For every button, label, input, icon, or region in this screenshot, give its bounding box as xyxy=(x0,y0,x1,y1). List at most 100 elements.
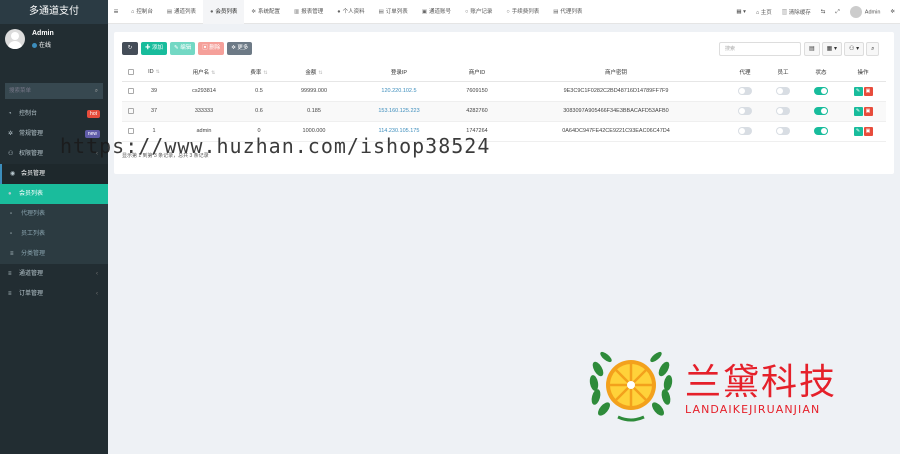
list-icon: ≡ xyxy=(8,271,12,277)
col-amount[interactable]: 金额 ⇅ xyxy=(278,63,350,82)
sidebar-item-staff-list[interactable]: ▫ 员工列表 xyxy=(0,224,108,244)
status-toggle[interactable] xyxy=(802,121,840,142)
staff-toggle[interactable] xyxy=(764,81,802,102)
tab-reports[interactable]: ▥ 报表管理 xyxy=(287,0,330,24)
top-right-tools: ▦ ▾ ⌂ 主页 ▥ 清除缓存 ⇆ ⤢ Admin ✲ xyxy=(731,0,900,24)
sort-icon: ⇅ xyxy=(211,69,216,76)
cell-merchant-key: 0A64DC947FE42CE9221C93EAC06C47D4 xyxy=(506,121,726,142)
refresh-icon: ↻ xyxy=(127,45,133,51)
tab-order-list[interactable]: ▤ 订单列表 xyxy=(372,0,415,24)
columns-toggle-icon[interactable]: ▦ ▾ xyxy=(821,42,843,56)
tab-profile[interactable]: ● 个人资料 xyxy=(330,0,371,24)
language-icon[interactable]: ⇆ xyxy=(816,9,831,15)
search-icon[interactable]: ⌕ xyxy=(95,83,98,99)
tab-channel-account[interactable]: ▣ 通道账号 xyxy=(415,0,458,24)
chart-icon: ▥ xyxy=(294,9,300,15)
tab-fee-list[interactable]: ○ 手续费列表 xyxy=(499,0,546,24)
edit-row-button[interactable]: ✎ xyxy=(853,126,863,136)
cell-login-ip[interactable]: 120.220.102.5 xyxy=(350,81,448,102)
cell-login-ip[interactable]: 153.160.125.223 xyxy=(350,101,448,122)
edit-button[interactable]: ✎ 编辑 xyxy=(170,42,196,55)
tab-dashboard[interactable]: ⌂ 控制台 xyxy=(124,0,160,24)
menu-toggle-icon[interactable]: ≡ xyxy=(108,0,124,24)
tab-channel-list[interactable]: ▤ 通道列表 xyxy=(160,0,203,24)
sidebar-item-category[interactable]: ≡ 分类管理 xyxy=(0,244,108,264)
agent-toggle[interactable] xyxy=(726,101,764,122)
delete-row-button[interactable]: ▣ xyxy=(863,86,873,96)
add-button[interactable]: ✚ 添加 xyxy=(141,42,168,55)
agent-toggle[interactable] xyxy=(726,81,764,102)
sidebar-item-orders[interactable]: ≡ 订单管理 ‹ xyxy=(0,284,108,304)
cell-amount: 0.185 xyxy=(278,101,350,122)
delete-row-button[interactable]: ▣ xyxy=(863,106,873,116)
col-staff[interactable]: 员工 xyxy=(764,63,802,82)
table-row[interactable]: 39 cs293814 0.5 99999.000 120.220.102.5 … xyxy=(122,81,886,102)
row-checkbox[interactable] xyxy=(122,101,140,122)
ip-link[interactable]: 153.160.125.223 xyxy=(378,108,419,114)
delete-row-button[interactable]: ▣ xyxy=(863,126,873,136)
table-row[interactable]: 37 333333 0.6 0.185 153.160.125.223 4282… xyxy=(122,101,886,122)
tabs-dropdown-icon[interactable]: ▦ ▾ xyxy=(731,9,751,15)
search-input[interactable]: 搜索 xyxy=(719,42,801,56)
cell-merchant-id: 4282760 xyxy=(448,101,506,122)
col-merchant-key[interactable]: 商户密钥 xyxy=(506,63,726,82)
chevron-left-icon: ‹ xyxy=(96,271,98,277)
sidebar-search-input[interactable]: 搜索菜单 ⌕ xyxy=(5,83,103,99)
staff-toggle[interactable] xyxy=(764,101,802,122)
sort-icon: ⇅ xyxy=(155,68,160,75)
file-icon: ▫ xyxy=(10,211,13,217)
top-navbar: ≡ ⌂ 控制台 ▤ 通道列表 ● 会员列表 ✲ 系统配置 ▥ 报表管理 ● 个人资料 ▤ 订单… xyxy=(108,0,900,24)
brand-name: 兰黛科技 xyxy=(685,362,838,403)
home-link[interactable]: ⌂ 主页 xyxy=(751,8,777,16)
tab-account-records[interactable]: ○ 账户记录 xyxy=(458,0,499,24)
tab-agent-list[interactable]: ▤ 代理列表 xyxy=(546,0,589,24)
col-status[interactable]: 状态 xyxy=(802,63,840,82)
brand-subtitle: LANDAIKEJIRUANJIAN xyxy=(685,403,821,416)
cell-id: 39 xyxy=(140,81,168,102)
search-icon[interactable]: ⌕ xyxy=(866,42,880,56)
row-checkbox[interactable] xyxy=(122,81,140,102)
col-actions: 操作 xyxy=(840,63,886,82)
admin-menu[interactable]: Admin xyxy=(845,6,886,18)
col-username[interactable]: 用户名 ⇅ xyxy=(168,63,240,82)
staff-toggle[interactable] xyxy=(764,121,802,142)
status-toggle[interactable] xyxy=(802,81,840,102)
circle-icon: ○ xyxy=(506,9,510,15)
sidebar-item-members[interactable]: ◉ 会员管理 xyxy=(0,164,108,184)
sort-icon: ⇅ xyxy=(318,69,323,76)
fullscreen-icon[interactable]: ⤢ xyxy=(830,9,844,16)
col-rate[interactable]: 费率 ⇅ xyxy=(240,63,278,82)
edit-row-button[interactable]: ✎ xyxy=(853,86,863,96)
gears-icon[interactable]: ✲ xyxy=(885,9,900,15)
col-login-ip[interactable]: 登录IP xyxy=(350,63,448,82)
agent-toggle[interactable] xyxy=(726,121,764,142)
tab-member-list[interactable]: ● 会员列表 xyxy=(203,0,245,24)
cell-actions: ✎ ▣ xyxy=(840,101,886,122)
status-toggle[interactable] xyxy=(802,101,840,122)
clear-cache-button[interactable]: ▥ 清除缓存 xyxy=(777,8,816,16)
user-icon: ● xyxy=(8,191,12,197)
app-title[interactable]: 多通道支付 xyxy=(0,0,108,24)
card-view-icon[interactable]: ▤ xyxy=(804,42,820,56)
edit-row-button[interactable]: ✎ xyxy=(853,106,863,116)
ip-link[interactable]: 120.220.102.5 xyxy=(381,88,416,94)
cell-amount: 99999.000 xyxy=(278,81,350,102)
sidebar-item-agent-list[interactable]: ▫ 代理列表 xyxy=(0,204,108,224)
tab-system-config[interactable]: ✲ 系统配置 xyxy=(244,0,287,24)
list-icon: ≡ xyxy=(8,291,12,297)
col-merchant-id[interactable]: 商户ID xyxy=(448,63,506,82)
sidebar-item-member-list[interactable]: ● 会员列表 xyxy=(0,184,108,204)
col-id[interactable]: ID ⇅ xyxy=(140,63,168,82)
more-button[interactable]: ✲ 更多 xyxy=(227,42,253,55)
list-icon: ▤ xyxy=(378,9,384,15)
sidebar-item-dashboard[interactable]: ◔ 控制台 hot xyxy=(0,104,108,124)
account-icon: ▣ xyxy=(421,9,428,15)
export-icon[interactable]: ⚇ ▾ xyxy=(844,42,865,56)
refresh-button[interactable]: ↻ xyxy=(122,42,138,55)
col-agent[interactable]: 代理 xyxy=(726,63,764,82)
list-icon: ≡ xyxy=(10,251,14,257)
pencil-icon: ✎ xyxy=(855,87,861,94)
delete-button[interactable]: ▣ 删除 xyxy=(198,42,225,55)
select-all-checkbox[interactable] xyxy=(122,63,140,82)
sidebar-item-channels[interactable]: ≡ 通道管理 ‹ xyxy=(0,264,108,284)
